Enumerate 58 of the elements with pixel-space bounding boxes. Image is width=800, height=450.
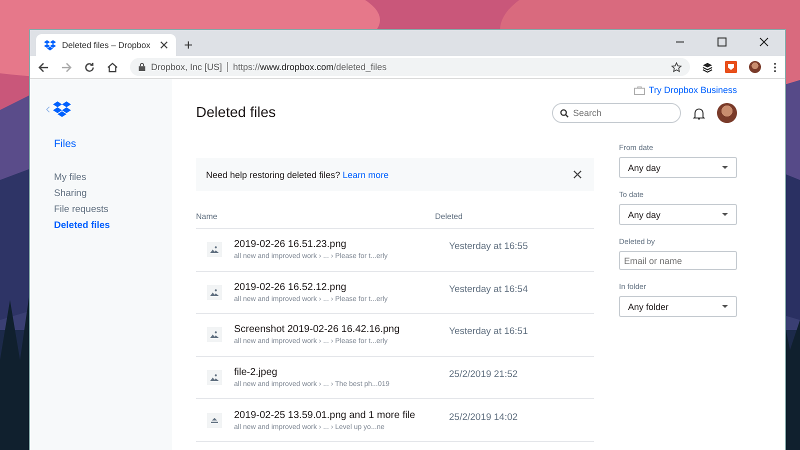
deleted-date: 25/2/2019 21:52 [449,369,518,380]
layers-icon[interactable] [702,62,713,72]
new-tab-button[interactable]: + [176,34,201,56]
sidebar-heading[interactable]: Files [54,138,172,150]
file-name[interactable]: 2019-02-25 13.59.01.png and 1 more file [234,410,436,421]
browser-tab[interactable]: Deleted files – Dropbox [36,34,176,56]
file-name[interactable]: file-2.jpeg [234,367,436,378]
caret-icon [722,304,728,308]
file-name[interactable]: 2019-02-26 16.52.12.png [234,282,436,293]
deleted-date: Yesterday at 16:51 [449,326,528,338]
learn-more-link[interactable]: Learn more [342,170,389,180]
page-title: Deleted files [196,105,276,121]
caret-icon [722,212,728,216]
deleted-date: Yesterday at 16:55 [449,241,528,252]
dropbox-logo-icon [44,40,56,50]
file-stack-icon [207,412,222,428]
sidebar-item[interactable]: My files [54,172,172,183]
avatar[interactable] [749,61,761,73]
dropdown[interactable]: Any day [619,204,737,225]
sidebar-item[interactable]: Deleted files [54,220,172,231]
back-icon[interactable] [38,62,49,72]
star-icon[interactable] [671,62,682,72]
maximize-icon[interactable] [717,37,727,47]
search-field[interactable]: Search [552,103,681,123]
image-file-icon [207,370,222,386]
sidebar-item[interactable]: File requests [54,204,172,215]
close-icon[interactable] [759,37,769,47]
home-icon[interactable] [107,62,118,72]
bell-icon[interactable] [693,106,705,120]
close-icon[interactable] [573,170,582,179]
dropbox-logo-icon[interactable] [53,101,71,118]
image-file-icon [207,284,222,300]
site-identity: Dropbox, Inc [US] [151,62,222,72]
dropdown[interactable]: Any day [619,157,737,178]
search-icon [560,108,569,118]
dropdown[interactable]: Any folder [619,296,737,317]
lock-icon [138,62,146,72]
reload-icon[interactable] [84,62,95,72]
image-file-icon [207,327,222,342]
address-bar[interactable]: Dropbox, Inc [US] https://www.dropbox.com/deleted_files [130,58,690,76]
input-field[interactable]: Email or name [619,251,737,270]
avatar[interactable] [717,103,737,123]
briefcase-icon [634,86,645,94]
banner-text: Need help restoring deleted files? Learn more [206,170,389,180]
shield-icon[interactable] [725,61,737,73]
deleted-date: 25/2/2019 14:02 [449,412,518,423]
file-name[interactable]: Screenshot 2019-02-26 16.42.16.png [234,324,436,336]
sidebar-item[interactable]: Sharing [54,188,172,199]
file-name[interactable]: 2019-02-26 16.51.23.png [234,239,436,250]
url-text: https://www.dropbox.com/deleted_files [233,62,387,72]
close-icon[interactable] [160,41,168,49]
menu-icon[interactable] [773,62,777,72]
image-file-icon [207,242,222,258]
upgrade-link[interactable]: Try Dropbox Business [634,85,737,95]
caret-icon [722,166,728,170]
column-header[interactable]: Deleted [435,212,463,221]
deleted-date: Yesterday at 16:54 [449,284,528,295]
column-header[interactable]: Name [196,212,435,221]
